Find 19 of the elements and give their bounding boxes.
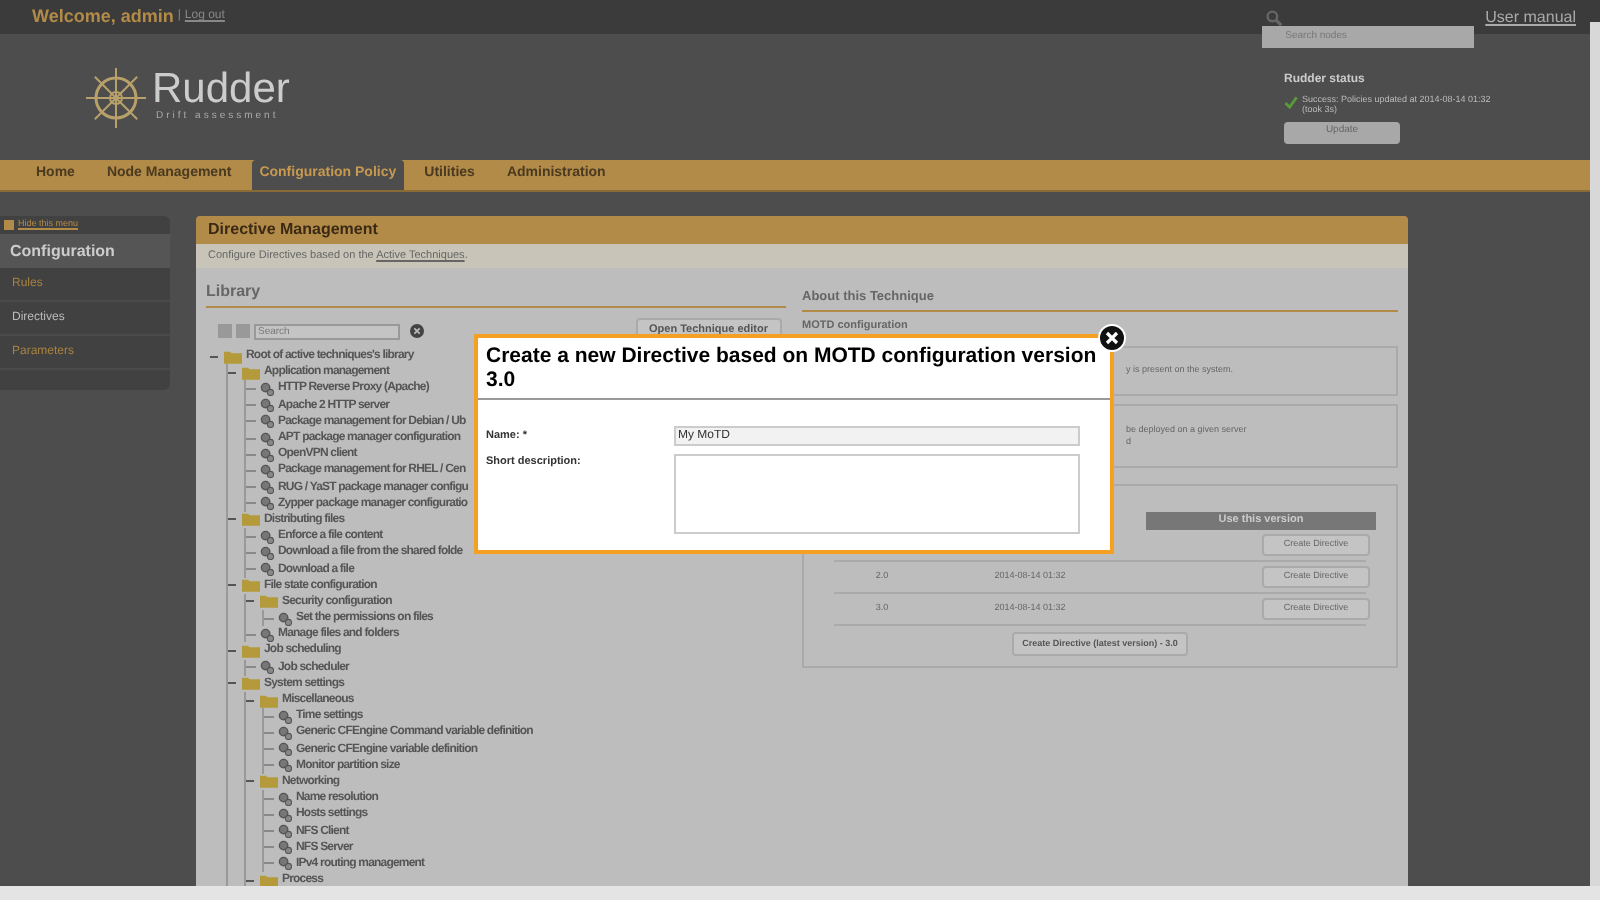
- ship-wheel-logo-icon: [84, 65, 148, 129]
- gears-icon: [260, 660, 274, 675]
- logo-title: Rudder: [152, 69, 290, 110]
- horizontal-scrollbar[interactable]: [0, 886, 1600, 900]
- gears-icon: [278, 611, 292, 626]
- panel-header: Directive Management: [196, 216, 1408, 244]
- vertical-scrollbar[interactable]: [1590, 22, 1600, 886]
- sidebar-heading: Configuration: [0, 234, 170, 268]
- folder-icon: [260, 774, 278, 789]
- clear-icon[interactable]: [410, 324, 424, 338]
- library-heading: Library: [206, 280, 786, 308]
- check-icon: [1284, 95, 1298, 109]
- user-manual-link[interactable]: User manual: [1485, 5, 1576, 29]
- close-menu-icon: [4, 220, 14, 230]
- search-icon: [1265, 9, 1282, 25]
- folder-icon: [242, 512, 260, 527]
- welcome-text: Welcome, admin: [32, 3, 174, 30]
- description-input[interactable]: [674, 454, 1080, 534]
- gears-icon: [260, 627, 274, 642]
